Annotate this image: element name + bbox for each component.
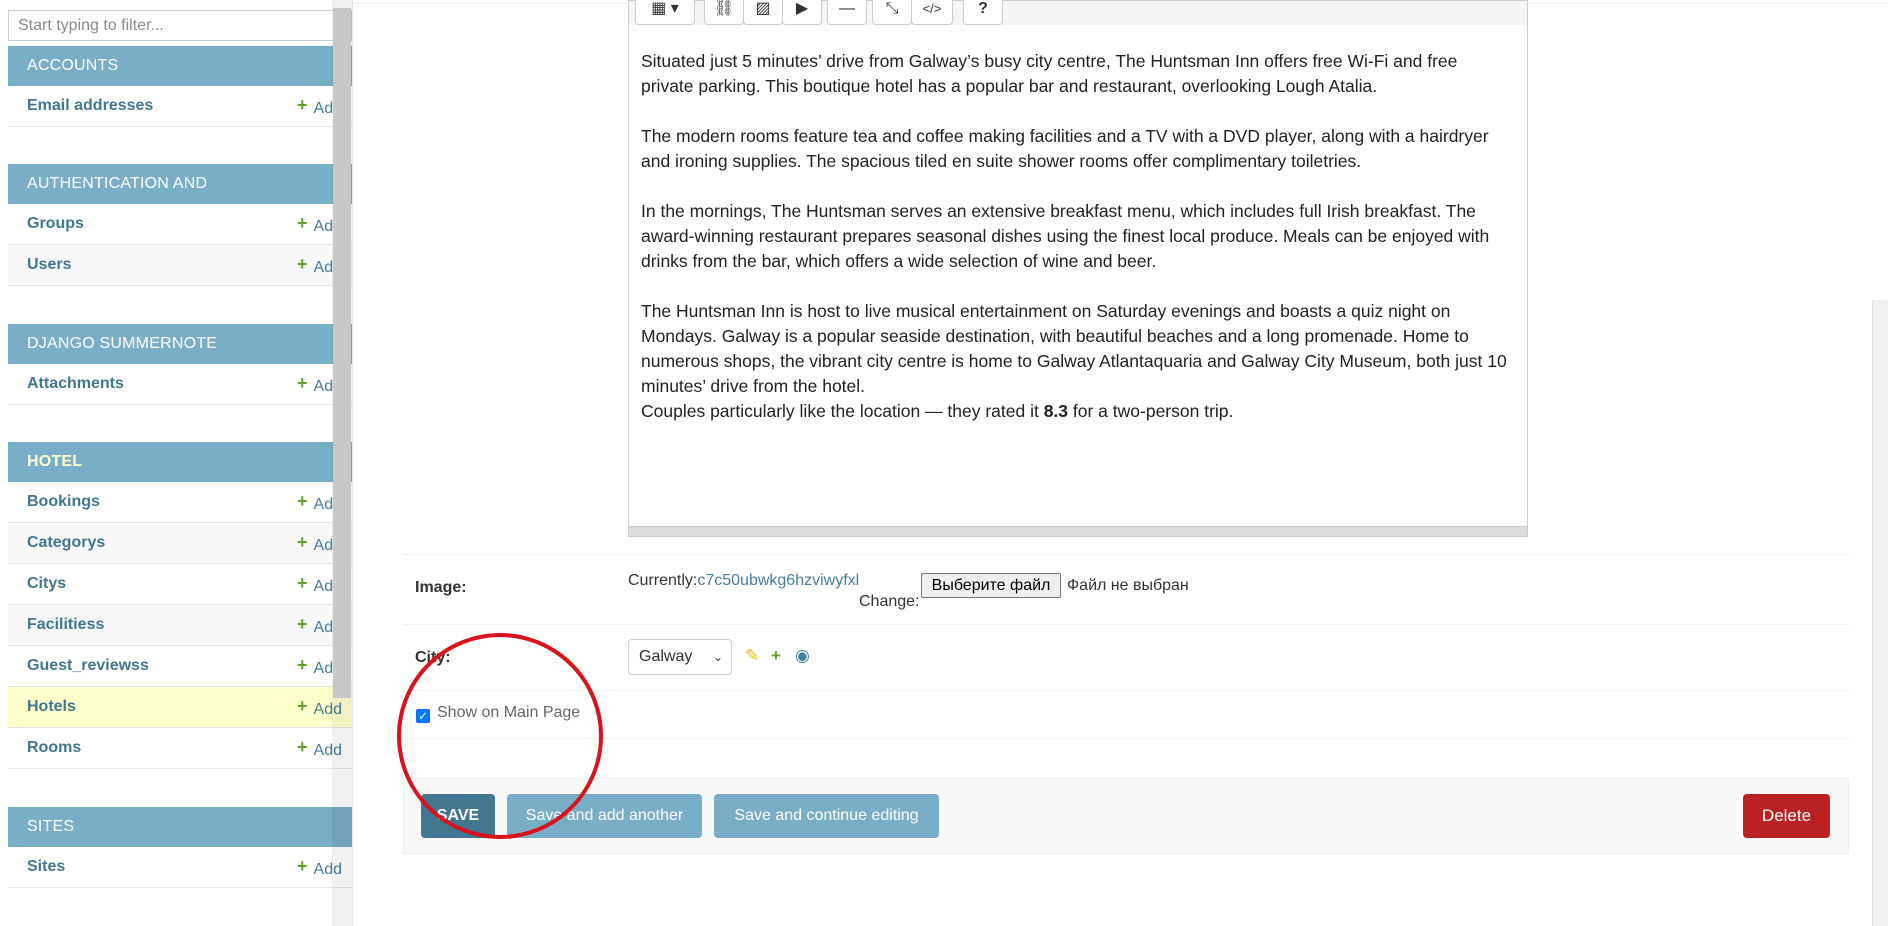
submit-row: SAVE Save and add another Save and conti… <box>403 778 1849 854</box>
sidebar-item-guest-reviewss[interactable]: Guest_reviewss + Add <box>8 646 352 687</box>
rating-line: Couples particularly like the location —… <box>641 399 1511 424</box>
currently-label: Currently: <box>628 572 698 589</box>
model-link[interactable]: Email addresses <box>27 97 153 115</box>
module-header-sites[interactable]: SITES <box>8 807 352 847</box>
model-link[interactable]: Facilitiess <box>27 616 104 634</box>
city-select-value: Galway <box>639 648 693 665</box>
sidebar-item-categorys[interactable]: Categorys + Add <box>8 523 352 564</box>
model-link[interactable]: Groups <box>27 215 84 233</box>
editor-paragraph: In the mornings, The Huntsman serves an … <box>641 201 1490 271</box>
view-eye-icon[interactable]: ◉ <box>795 646 810 666</box>
module-header-hotel[interactable]: HOTEL <box>8 442 352 482</box>
editor-paragraph: Situated just 5 minutes’ drive from Galw… <box>641 51 1458 96</box>
plus-icon: + <box>297 696 308 716</box>
link-icon[interactable]: ⛓ <box>704 0 744 25</box>
model-link[interactable]: Attachments <box>27 375 124 393</box>
sidebar-item-bookings[interactable]: Bookings + Add <box>8 482 352 523</box>
code-icon[interactable]: </> <box>911 0 953 25</box>
editor-content[interactable]: Situated just 5 minutes’ drive from Galw… <box>641 49 1511 424</box>
sidebar-item-email-addresses[interactable]: Email addresses + Add <box>8 86 352 127</box>
form-row-divider <box>403 624 1849 625</box>
form-row-divider <box>403 554 1849 555</box>
module-header-auth[interactable]: AUTHENTICATION AND AUTHORIZATION <box>8 164 352 232</box>
plus-icon: + <box>297 491 308 511</box>
plus-icon: + <box>297 614 308 634</box>
page-scrollbar[interactable] <box>1872 300 1888 926</box>
picture-icon[interactable]: ▨ <box>743 0 783 25</box>
editor-paragraph: The modern rooms feature tea and coffee … <box>641 126 1489 171</box>
plus-icon: + <box>297 95 308 115</box>
sidebar-item-facilitiess[interactable]: Facilitiess + Add <box>8 605 352 646</box>
rating-suffix: for a two-person trip. <box>1068 401 1234 421</box>
city-select[interactable]: Galway ⌄ <box>628 639 732 675</box>
app-module-summernote: DJANGO SUMMERNOTE Attachments + Add <box>8 324 352 405</box>
model-link[interactable]: Rooms <box>27 739 81 757</box>
plus-icon: + <box>297 655 308 675</box>
rating-prefix: Couples particularly like the location —… <box>641 401 1044 421</box>
model-link[interactable]: Bookings <box>27 493 100 511</box>
module-header-accounts[interactable]: ACCOUNTS <box>8 46 352 86</box>
sidebar-item-users[interactable]: Users + Add <box>8 245 352 286</box>
sidebar-divider <box>352 0 353 926</box>
plus-icon: + <box>297 373 308 393</box>
image-file-link[interactable]: c7c50ubwkg6hzviwyfxl <box>697 572 859 589</box>
model-link[interactable]: Sites <box>27 858 65 876</box>
chevron-down-icon: ⌄ <box>712 650 723 664</box>
admin-sidebar: ACCOUNTS Email addresses +Add AUTHENTICA… <box>0 0 354 926</box>
editor-paragraph: The Huntsman Inn is host to live musical… <box>641 301 1507 396</box>
sidebar-item-citys[interactable]: Citys + Add <box>8 564 352 605</box>
sidebar-item-hotels[interactable]: Hotels + Add <box>8 687 352 728</box>
table-icon[interactable]: ▦ ▾ <box>635 0 695 25</box>
model-link[interactable]: Users <box>27 256 71 274</box>
delete-button[interactable]: Delete <box>1743 794 1830 838</box>
save-and-continue-button[interactable]: Save and continue editing <box>714 794 939 838</box>
editor-resize-bar[interactable] <box>629 526 1527 536</box>
model-link[interactable]: Citys <box>27 575 66 593</box>
sidebar-item-sites[interactable]: Sites + Add <box>8 847 352 888</box>
fullscreen-icon[interactable]: ⤡ <box>872 0 912 25</box>
sidebar-item-groups[interactable]: Groups + Add <box>8 204 352 245</box>
plus-icon: + <box>297 254 308 274</box>
plus-icon: + <box>297 573 308 593</box>
app-module-sites: SITES Sites + Add <box>8 807 352 888</box>
rating-value: 8.3 <box>1043 401 1069 421</box>
app-module-auth: AUTHENTICATION AND AUTHORIZATION Groups … <box>8 164 352 286</box>
choose-file-button[interactable]: Выберите файл <box>921 573 1061 598</box>
app-module-hotel: HOTEL Bookings + Add Categorys + Add Citys… <box>8 442 352 769</box>
sidebar-item-rooms[interactable]: Rooms + Add <box>8 728 352 769</box>
image-currently: Currently:c7c50ubwkg6hzviwyfxl <box>628 572 859 590</box>
plus-icon: + <box>297 856 308 876</box>
add-related-icon[interactable]: + <box>771 646 781 666</box>
model-link[interactable]: Guest_reviewss <box>27 657 149 675</box>
form-row-divider <box>403 690 1849 691</box>
image-field-label: Image: <box>415 579 467 596</box>
file-status: Файл не выбран <box>1067 577 1189 594</box>
form-row-divider <box>403 738 1849 739</box>
model-link[interactable]: Hotels <box>27 698 76 716</box>
plus-icon: + <box>297 737 308 757</box>
sidebar-item-attachments[interactable]: Attachments + Add <box>8 364 352 405</box>
module-header-summernote[interactable]: DJANGO SUMMERNOTE <box>8 324 352 364</box>
help-icon[interactable]: ? <box>963 0 1003 25</box>
model-link[interactable]: Categorys <box>27 534 105 552</box>
sidebar-filter-input[interactable] <box>8 10 352 41</box>
rich-text-editor: ▦ ▾ ⛓ ▨ ▶ — ⤡ </> ? Situated just 5 minu… <box>628 0 1528 537</box>
plus-icon: + <box>297 532 308 552</box>
plus-icon: + <box>297 213 308 233</box>
annotation-circle <box>397 633 603 839</box>
hr-icon[interactable]: — <box>827 0 867 25</box>
app-module-accounts: ACCOUNTS Email addresses + Add <box>8 46 352 127</box>
video-icon[interactable]: ▶ <box>782 0 822 25</box>
image-change-label: Change: <box>859 593 920 610</box>
edit-pencil-icon[interactable]: ✎ <box>745 646 759 666</box>
sidebar-scrollbar-thumb[interactable] <box>333 8 351 698</box>
editor-toolbar: ▦ ▾ ⛓ ▨ ▶ — ⤡ </> ? <box>629 0 1527 25</box>
